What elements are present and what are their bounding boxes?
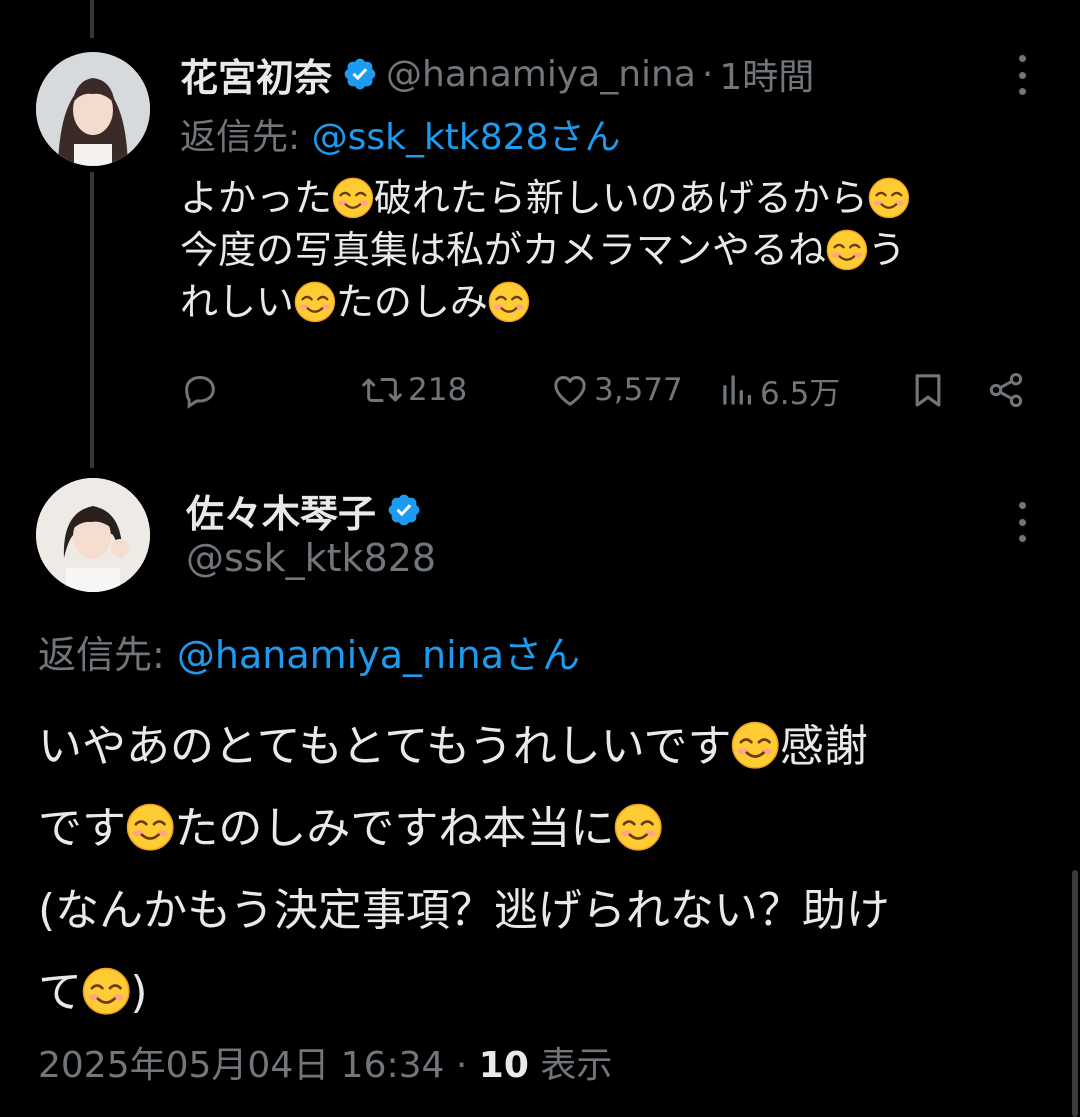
user-handle[interactable]: @ssk_ktk828	[186, 536, 436, 580]
thread-connector-line	[90, 172, 94, 468]
tweet-text-segment: て	[38, 967, 82, 1018]
reply-to-line: 返信先: @ssk_ktk828さん	[180, 108, 620, 160]
reply-to-mention[interactable]: @ssk_ktk828さん	[312, 117, 621, 158]
scrollbar[interactable]	[1072, 870, 1078, 1117]
views-icon	[723, 375, 752, 405]
thread-connector-line	[90, 0, 94, 38]
separator: ·	[701, 53, 714, 95]
smiling-face-emoji	[82, 967, 130, 1015]
tweet-timestamp[interactable]: 2025年05月04日 16:34	[38, 1045, 444, 1086]
smiling-face-emoji	[126, 803, 174, 851]
more-options-icon[interactable]	[1012, 502, 1032, 542]
user-handle[interactable]: @hanamiya_nina	[386, 54, 696, 95]
reply-to-mention[interactable]: @hanamiya_ninaさん	[177, 633, 580, 677]
tweet-text: いやあのとてもとてもうれしいです 感謝 です たのしみですね本当に (なんかもう決定…	[38, 706, 1048, 1034]
tweet-text-segment: 感謝	[779, 721, 868, 772]
avatar[interactable]	[36, 478, 150, 592]
smiling-face-emoji	[614, 803, 662, 851]
separator: ·	[455, 1045, 468, 1086]
more-options-icon[interactable]	[1012, 55, 1032, 95]
tweet-time[interactable]: 1時間	[719, 48, 814, 100]
retweet-button[interactable]: 218	[360, 362, 467, 418]
avatar[interactable]	[36, 52, 150, 166]
reply-to-line: 返信先: @hanamiya_ninaさん	[38, 624, 580, 679]
smiling-face-emoji	[294, 281, 336, 323]
tweet-text-segment: れしい	[180, 280, 295, 324]
reply-to-prefix: 返信先:	[38, 633, 177, 677]
bookmark-button[interactable]	[908, 362, 948, 418]
share-icon	[989, 373, 1023, 407]
view-count: 10	[478, 1045, 529, 1086]
smiling-face-emoji	[488, 281, 530, 323]
display-name[interactable]: 花宮初奈	[180, 47, 332, 102]
tweet-text-segment: いやあのとてもとてもうれしいです	[38, 721, 732, 772]
share-button[interactable]	[986, 362, 1026, 418]
verified-badge-icon	[386, 492, 422, 528]
view-label: 表示	[540, 1045, 613, 1086]
tweet-header: 佐々木琴子	[186, 484, 430, 536]
tweet-header: 花宮初奈 @hanamiya_nina · 1時間	[180, 48, 814, 100]
tweet-text-segment: (なんかもう決定事項？逃げられない？助け	[38, 885, 890, 936]
avatar-image	[36, 478, 150, 592]
avatar-image	[36, 52, 150, 166]
reply-to-prefix: 返信先:	[180, 117, 312, 158]
tweet-text-segment: 破れたら新しいのあげるから	[373, 176, 868, 220]
tweet-text-segment: 今度の写真集は私がカメラマンやるね	[180, 228, 827, 272]
tweet-meta: 2025年05月04日 16:34 · 10 表示	[38, 1036, 612, 1088]
views-button[interactable]: 6.5万	[720, 362, 840, 418]
tweet-actions: 218 3,577 6.5万	[180, 362, 1040, 418]
tweet-text-segment: たのしみ	[335, 280, 488, 324]
smiling-face-emoji	[731, 721, 779, 769]
reply-button[interactable]	[180, 362, 220, 418]
tweet-text-segment: たのしみですね本当に	[174, 803, 615, 854]
bookmark-icon	[915, 374, 941, 407]
verified-badge-icon	[342, 56, 378, 92]
like-button[interactable]: 3,577	[550, 362, 683, 418]
tweet-text-segment: です	[38, 803, 126, 854]
display-name[interactable]: 佐々木琴子	[186, 483, 376, 538]
reply-icon	[185, 376, 215, 409]
like-count: 3,577	[594, 372, 683, 408]
tweet-text-segment: う	[867, 228, 906, 272]
views-count: 6.5万	[760, 375, 841, 412]
retweet-icon	[362, 378, 402, 402]
smiling-face-emoji	[868, 177, 910, 219]
tweet-text: よかった 破れたら新しいのあげるから 今度の写真集は私がカメラマンやるねう れしい…	[180, 172, 1040, 328]
smiling-face-emoji	[826, 229, 868, 271]
heart-icon	[554, 376, 586, 406]
retweet-count: 218	[408, 372, 468, 408]
smiling-face-emoji	[332, 177, 374, 219]
thread-view: 花宮初奈 @hanamiya_nina · 1時間 返信先: @ssk_ktk8…	[0, 0, 1080, 1117]
tweet-text-segment: )	[130, 967, 148, 1018]
tweet-text-segment: よかった	[180, 176, 333, 220]
